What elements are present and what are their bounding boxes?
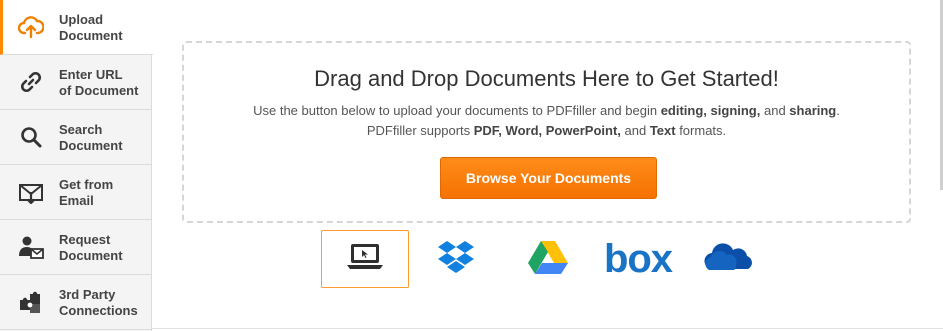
email-download-icon [18,179,44,205]
sidebar-item-label: Get from Email [59,177,114,208]
source-box[interactable]: box [603,230,673,288]
computer-icon [345,241,385,278]
search-icon [18,124,44,150]
source-google-drive[interactable] [522,230,574,288]
divider [152,328,943,329]
drop-zone-title: Drag and Drop Documents Here to Get Star… [314,66,779,91]
sidebar: Upload Document Enter URL of Document Sear… [0,0,153,331]
sidebar-item-label: 3rd Party Connections [59,287,138,318]
drop-zone[interactable]: Drag and Drop Documents Here to Get Star… [182,41,911,223]
google-drive-icon [527,239,569,280]
source-computer[interactable] [321,230,409,288]
sidebar-item-label: Search Document [59,122,123,153]
dropbox-icon [436,239,476,280]
sidebar-item-search-document[interactable]: Search Document [0,110,151,165]
sidebar-item-label: Enter URL of Document [59,67,139,98]
sidebar-item-get-from-email[interactable]: Get from Email [0,165,151,220]
source-onedrive[interactable] [700,230,758,288]
browse-documents-button[interactable]: Browse Your Documents [440,157,657,199]
sidebar-item-3rd-party-connections[interactable]: 3rd Party Connections [0,275,151,330]
sidebar-item-upload-document[interactable]: Upload Document [0,0,153,55]
sidebar-item-label: Upload Document [59,12,123,43]
source-dropbox[interactable] [430,230,482,288]
cloud-upload-icon [18,14,44,40]
sidebar-item-label: Request Document [59,232,123,263]
box-icon: box [603,237,673,281]
onedrive-icon [703,241,755,278]
request-user-icon [18,234,44,260]
sidebar-item-request-document[interactable]: Request Document [0,220,151,275]
sidebar-item-enter-url[interactable]: Enter URL of Document [0,55,151,110]
drop-zone-description: Use the button below to upload your docu… [253,103,840,138]
link-icon [18,69,44,95]
puzzle-icon [18,289,44,315]
